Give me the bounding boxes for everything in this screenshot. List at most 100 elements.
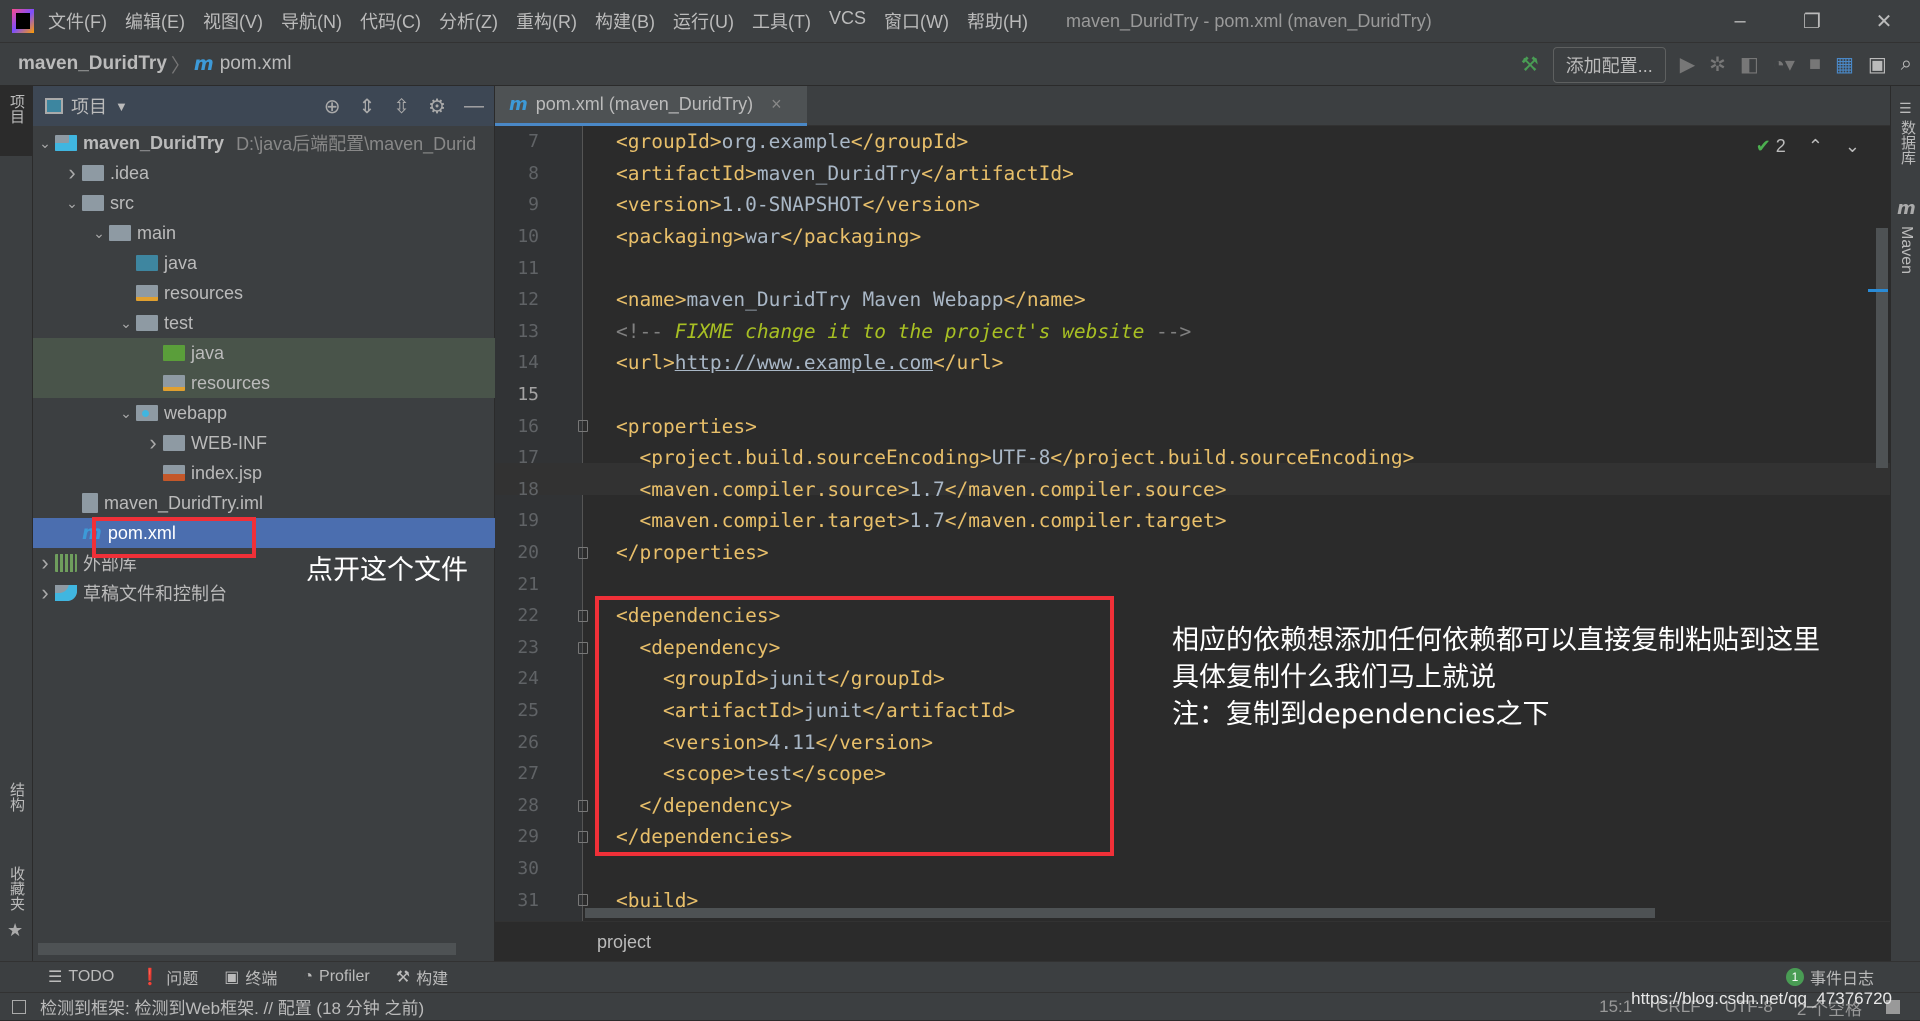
close-button[interactable]: ✕ (1848, 0, 1920, 43)
tree-item[interactable]: ⌄ maven_DuridTry D:\java后端配置\maven_Durid (33, 128, 495, 158)
tree-item[interactable]: maven_DuridTry.iml (33, 488, 495, 518)
chevron-down-icon[interactable]: ▼ (115, 99, 128, 114)
tree-item[interactable]: ⌄ webapp (33, 398, 495, 428)
tool-window-profiler[interactable]: ◔ Profiler (303, 965, 369, 989)
menu-item[interactable]: 工具(T) (752, 8, 811, 34)
tool-window-构建[interactable]: ⚒ 构建 (396, 965, 448, 989)
close-tab-icon[interactable]: × (771, 94, 782, 115)
minimize-button[interactable]: – (1704, 0, 1776, 43)
code-line[interactable]: 14 <url>http://www.example.com</url> (495, 347, 1875, 379)
inspection-widget[interactable]: ✔ 2 ⌃ ⌄ (1756, 136, 1860, 157)
fold-marker-icon[interactable] (578, 610, 588, 622)
code-line[interactable]: 11 (495, 252, 1875, 284)
project-view-selector[interactable]: 项目 (71, 93, 107, 119)
breadcrumb-file[interactable]: pom.xml (220, 53, 292, 75)
event-log-button[interactable]: 1 事件日志 (1785, 965, 1874, 989)
toggle-tool-windows-icon[interactable] (12, 999, 26, 1014)
chevron-right-icon[interactable]: › (35, 550, 55, 576)
code-line[interactable]: 8 <artifactId>maven_DuridTry</artifactId> (495, 158, 1875, 190)
fold-marker-icon[interactable] (578, 894, 588, 907)
tree-item[interactable]: › .idea (33, 158, 495, 188)
menu-item[interactable]: 帮助(H) (967, 8, 1028, 34)
code-line[interactable]: 9 <version>1.0-SNAPSHOT</version> (495, 189, 1875, 221)
run-anything-icon[interactable]: ▣ (1868, 52, 1887, 77)
menu-item[interactable]: 文件(F) (48, 8, 107, 34)
menu-item[interactable]: 导航(N) (281, 8, 342, 34)
menu-item[interactable]: VCS (829, 8, 866, 34)
tree-item[interactable]: java (33, 338, 495, 368)
code-line[interactable]: 7 <groupId>org.example</groupId> (495, 126, 1875, 158)
tool-window-todo[interactable]: ☰ TODO (48, 965, 114, 989)
token-url[interactable]: http://www.example.com (675, 351, 933, 374)
previous-highlight-icon[interactable]: ⌃ (1808, 136, 1823, 157)
search-icon[interactable]: ⌕ (1901, 53, 1912, 76)
chevron-down-icon[interactable]: ⌄ (89, 225, 109, 242)
project-tool-button[interactable]: 项目 (6, 94, 27, 124)
editor-vertical-scrollbar[interactable] (1876, 228, 1888, 468)
chevron-down-icon[interactable]: ⌄ (62, 195, 82, 212)
fold-marker-icon[interactable] (578, 831, 588, 844)
database-tool-button[interactable]: 数据库 (1897, 120, 1918, 165)
tree-item[interactable]: index.jsp (33, 458, 495, 488)
menu-item[interactable]: 代码(C) (360, 8, 421, 34)
run-icon[interactable]: ▶ (1680, 52, 1695, 77)
chevron-right-icon[interactable]: › (35, 580, 55, 606)
project-horizontal-scrollbar[interactable] (38, 943, 456, 955)
maven-tool-button[interactable]: Maven (1897, 226, 1915, 274)
menu-item[interactable]: 窗口(W) (884, 8, 949, 34)
chevron-down-icon[interactable]: ⌄ (116, 315, 136, 332)
coverage-icon[interactable]: ◧ (1740, 52, 1759, 77)
fold-marker-icon[interactable] (578, 799, 588, 812)
code-line[interactable]: 30 (495, 853, 1875, 885)
add-configuration-button[interactable]: 添加配置... (1552, 46, 1666, 83)
project-structure-icon[interactable]: ▦ (1835, 52, 1854, 77)
caret-position[interactable]: 15:1 (1599, 997, 1632, 1017)
code-line[interactable]: 16 <properties> (495, 410, 1875, 442)
favorites-tool-button[interactable]: 收藏夹 (6, 866, 27, 911)
chevron-down-icon[interactable]: ⌄ (35, 135, 55, 152)
menu-item[interactable]: 编辑(E) (125, 8, 185, 34)
expand-all-icon[interactable]: ⇕ (359, 94, 376, 119)
xml-breadcrumb-project[interactable]: project (597, 932, 651, 952)
code-line[interactable]: 10 <packaging>war</packaging> (495, 221, 1875, 253)
code-line[interactable]: 20 </properties> (495, 537, 1875, 569)
tree-item[interactable]: ⌄ src (33, 188, 495, 218)
tool-window-问题[interactable]: ❗ 问题 (140, 965, 198, 989)
code-line[interactable]: 18 <maven.compiler.source>1.7</maven.com… (495, 474, 1875, 506)
structure-tool-button[interactable]: 结构 (6, 782, 27, 812)
code-line[interactable]: 15 (495, 379, 1875, 411)
stop-icon[interactable]: ■ (1809, 53, 1821, 76)
menu-item[interactable]: 分析(Z) (439, 8, 498, 34)
chevron-down-icon[interactable]: ⌄ (116, 405, 136, 422)
locate-icon[interactable]: ⊕ (324, 94, 341, 119)
code-line[interactable]: 19 <maven.compiler.target>1.7</maven.com… (495, 505, 1875, 537)
menu-item[interactable]: 视图(V) (203, 8, 263, 34)
gear-icon[interactable]: ⚙ (428, 94, 446, 119)
tree-item[interactable]: java (33, 248, 495, 278)
code-line[interactable]: 17 <project.build.sourceEncoding>UTF-8</… (495, 442, 1875, 474)
status-message[interactable]: 检测到框架: 检测到Web框架. // 配置 (18 分钟 之前) (40, 994, 424, 1019)
fold-marker-icon[interactable] (578, 420, 588, 433)
restore-button[interactable]: ❐ (1776, 0, 1848, 43)
code-line[interactable]: 12 <name>maven_DuridTry Maven Webapp</nam… (495, 284, 1875, 316)
chevron-right-icon[interactable]: › (62, 160, 82, 186)
collapse-all-icon[interactable]: ⇳ (393, 94, 410, 119)
fold-marker-icon[interactable] (578, 546, 588, 559)
menu-item[interactable]: 重构(R) (516, 8, 577, 34)
tab-pom-xml[interactable]: m pom.xml (maven_DuridTry) × (495, 86, 807, 126)
tool-window-终端[interactable]: ▣ 终端 (224, 965, 277, 989)
tree-item[interactable]: › WEB-INF (33, 428, 495, 458)
menu-item[interactable]: 运行(U) (673, 8, 734, 34)
breadcrumb-project[interactable]: maven_DuridTry (18, 53, 167, 75)
hammer-icon[interactable]: ⚒ (1521, 52, 1539, 77)
code-line[interactable]: 13 <!-- FIXME change it to the project's … (495, 316, 1875, 348)
tree-item[interactable]: ⌄ test (33, 308, 495, 338)
fold-marker-icon[interactable] (578, 641, 588, 654)
tree-item[interactable]: ⌄ main (33, 218, 495, 248)
profile-icon[interactable]: ◔▾ (1773, 52, 1795, 77)
editor-horizontal-scrollbar[interactable] (585, 908, 1655, 918)
next-highlight-icon[interactable]: ⌄ (1845, 136, 1860, 157)
tree-item[interactable]: resources (33, 278, 495, 308)
debug-icon[interactable]: ✲ (1709, 52, 1726, 77)
tree-item[interactable]: resources (33, 368, 495, 398)
